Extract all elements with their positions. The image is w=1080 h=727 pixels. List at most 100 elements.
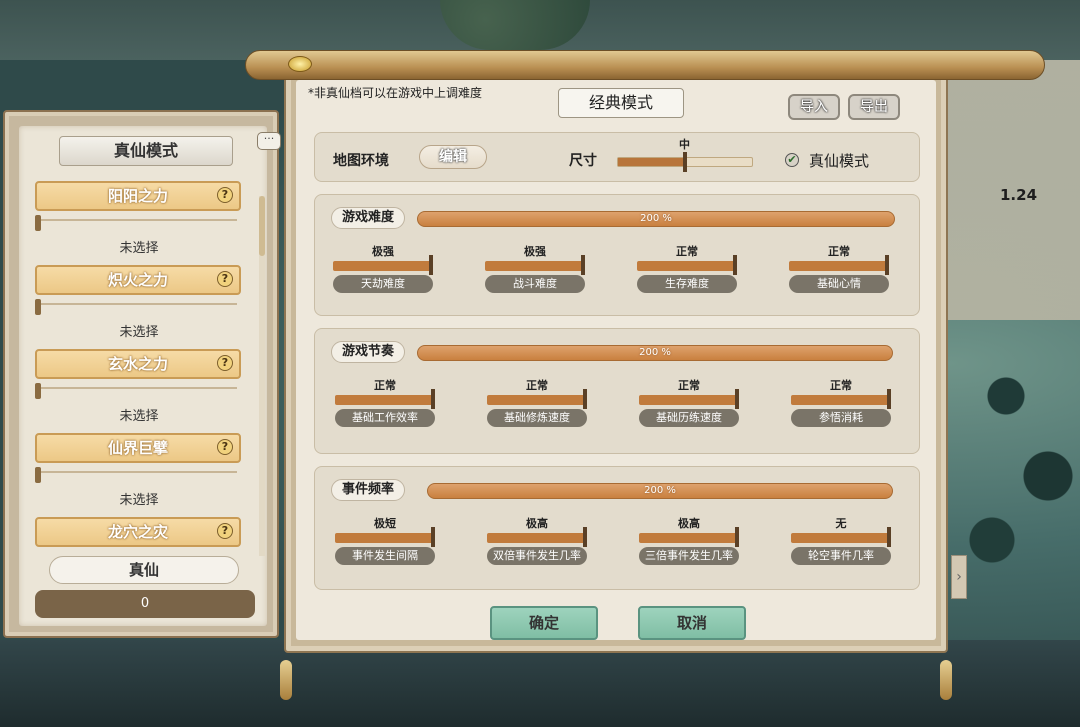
true-immortal-button[interactable]: 真仙 [49,556,239,584]
setting-slider[interactable] [335,389,435,409]
setting-slider[interactable] [487,527,587,547]
setting-slider[interactable] [791,527,891,547]
power-state: 未选择 [119,493,159,508]
power-name: 龙穴之灾 [107,523,168,541]
map-size-slider[interactable] [617,152,753,172]
slider-knob[interactable] [733,255,737,275]
power-item: 阳阳之力? 未选择 [33,181,245,265]
slider-knob[interactable] [735,527,739,547]
power-item: 炽火之力? 未选择 [33,265,245,349]
setting-slider[interactable] [637,255,737,275]
chevron-right-icon[interactable]: › [951,555,967,599]
power-slider[interactable] [35,467,237,483]
setting-slider[interactable] [335,527,435,547]
setting-name: 天劫难度 [333,275,433,293]
power-item: 仙界巨擘? 未选择 [33,433,245,517]
setting-name: 参悟消耗 [791,409,891,427]
difficulty-setting: 极强 战斗难度 [475,243,595,293]
event-setting: 极高 三倍事件发生几率 [629,515,749,565]
true-immortal-panel: 真仙模式 ··· 阳阳之力? 未选择 炽火之力? 未选择 玄水之力? 未选择 仙… [3,110,281,638]
power-button[interactable]: 仙界巨擘? [35,433,241,463]
power-button[interactable]: 阳阳之力? [35,181,241,211]
setting-slider[interactable] [791,389,891,409]
setting-name: 生存难度 [637,275,737,293]
power-item: 玄水之力? 未选择 [33,349,245,433]
rod-gem-decoration [288,56,312,72]
setting-name: 基础心情 [789,275,889,293]
background-pine-tree [950,300,1080,620]
slider-knob[interactable] [431,527,435,547]
help-icon[interactable]: ? [217,187,233,203]
pace-total-bar[interactable]: 200 % [417,345,893,361]
setting-slider[interactable] [639,527,739,547]
true-immortal-panel-inner: 真仙模式 ··· 阳阳之力? 未选择 炽火之力? 未选择 玄水之力? 未选择 仙… [19,126,281,626]
help-icon[interactable]: ? [217,271,233,287]
power-name: 玄水之力 [107,355,168,373]
help-icon[interactable]: ? [217,439,233,455]
power-slider[interactable] [35,383,237,399]
setting-slider[interactable] [333,255,433,275]
pace-setting: 正常 参悟消耗 [781,377,901,427]
slider-knob[interactable] [683,152,687,172]
difficulty-note: *非真仙档可以在游戏中上调难度 [308,86,483,100]
difficulty-total-bar[interactable]: 200 % [417,211,895,227]
difficulty-setting: 极强 天劫难度 [323,243,443,293]
scroll-rod-decoration [245,50,1045,80]
true-immortal-checkbox[interactable]: ✔ [785,153,799,167]
pace-setting: 正常 基础工作效率 [325,377,445,427]
setting-slider[interactable] [487,389,587,409]
setting-level: 正常 [828,245,850,258]
power-list[interactable]: 阳阳之力? 未选择 炽火之力? 未选择 玄水之力? 未选择 仙界巨擘? 未选择 … [33,181,245,551]
slider-knob[interactable] [887,527,891,547]
slider-knob[interactable] [429,255,433,275]
slider-knob[interactable] [887,389,891,409]
setting-name: 基础工作效率 [335,409,435,427]
edit-map-button[interactable]: 编辑 [419,145,487,169]
setting-level: 正常 [526,379,548,392]
setting-name: 双倍事件发生几率 [487,547,587,565]
confirm-button[interactable]: 确定 [490,606,598,640]
help-icon[interactable]: ? [217,355,233,371]
true-immortal-mode-label: 真仙模式 [809,152,870,170]
setting-level: 极强 [524,245,546,258]
setting-slider[interactable] [789,255,889,275]
setting-slider[interactable] [485,255,585,275]
event-total-bar[interactable]: 200 % [427,483,893,499]
background-serpent [440,0,590,50]
slider-knob[interactable] [583,527,587,547]
scrollbar-thumb[interactable] [259,196,265,256]
power-state: 未选择 [119,241,159,256]
power-button[interactable]: 炽火之力? [35,265,241,295]
power-button[interactable]: 龙穴之灾? [35,517,241,547]
slider-knob[interactable] [431,389,435,409]
slider-knob[interactable] [735,389,739,409]
version-label: 1.24 [1000,186,1038,204]
export-button[interactable]: 导出 [848,94,900,120]
tassel-decoration [940,660,952,700]
setting-slider[interactable] [639,389,739,409]
chat-bubble-icon[interactable]: ··· [257,132,281,150]
import-button[interactable]: 导入 [788,94,840,120]
power-slider[interactable] [35,215,237,231]
setting-name: 三倍事件发生几率 [639,547,739,565]
cancel-button[interactable]: 取消 [638,606,746,640]
help-icon[interactable]: ? [217,523,233,539]
map-size-label: 尺寸 [569,153,597,169]
mode-title: 经典模式 [558,88,684,118]
slider-knob[interactable] [581,255,585,275]
map-size-fill [618,158,685,166]
power-state: 未选择 [119,409,159,424]
game-pace-section: 游戏节奏 200 % 正常 基础工作效率 正常 基础修炼速度 正常 基础历练速度 正常… [314,328,920,454]
setting-name: 基础修炼速度 [487,409,587,427]
setting-name: 轮空事件几率 [791,547,891,565]
power-button[interactable]: 玄水之力? [35,349,241,379]
power-item: 龙穴之灾? [33,517,245,551]
slider-knob[interactable] [885,255,889,275]
power-list-scrollbar[interactable] [259,196,265,556]
map-size-value: 中 [679,138,690,151]
event-setting: 极高 双倍事件发生几率 [477,515,597,565]
power-slider[interactable] [35,299,237,315]
setting-level: 极强 [372,245,394,258]
difficulty-setting: 正常 基础心情 [779,243,899,293]
slider-knob[interactable] [583,389,587,409]
